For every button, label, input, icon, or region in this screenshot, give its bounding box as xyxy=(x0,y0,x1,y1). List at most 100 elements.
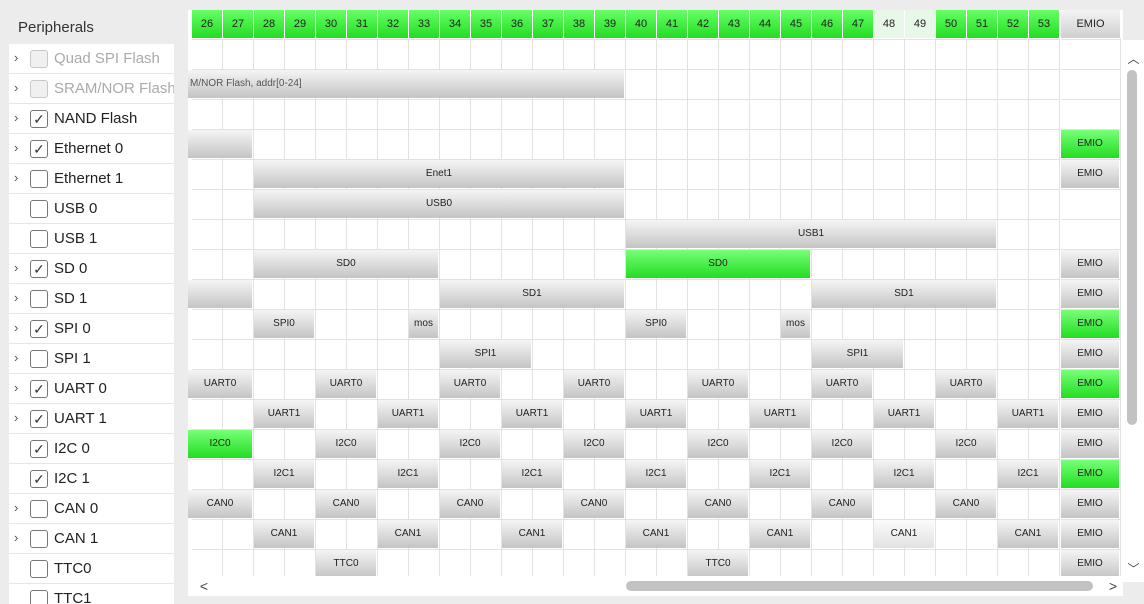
grid-cell[interactable] xyxy=(347,220,378,250)
grid-cell[interactable] xyxy=(533,370,564,400)
pin-assignment-block[interactable]: TTC0 xyxy=(316,550,377,578)
expand-chevron-icon[interactable]: › xyxy=(14,111,26,125)
grid-cell[interactable] xyxy=(409,490,440,520)
grid-cell[interactable] xyxy=(316,310,347,340)
grid-cell[interactable] xyxy=(502,310,533,340)
grid-cell[interactable] xyxy=(223,520,254,550)
expand-chevron-icon[interactable]: › xyxy=(14,141,26,155)
grid-cell[interactable] xyxy=(564,40,595,70)
pin-assignment-block[interactable]: SPI0 xyxy=(626,310,687,338)
grid-cell[interactable] xyxy=(905,250,936,280)
grid-cell[interactable] xyxy=(378,490,409,520)
grid-cell[interactable] xyxy=(564,520,595,550)
grid-cell[interactable] xyxy=(316,220,347,250)
grid-cell[interactable] xyxy=(192,520,223,550)
pin-assignment-block[interactable]: UART1 xyxy=(874,400,935,428)
grid-cell[interactable] xyxy=(781,280,812,310)
grid-cell[interactable] xyxy=(223,460,254,490)
grid-cell[interactable] xyxy=(657,490,688,520)
grid-cell[interactable] xyxy=(843,70,874,100)
grid-cell[interactable] xyxy=(812,160,843,190)
horizontal-scrollbar[interactable]: < > xyxy=(188,576,1123,596)
grid-cell[interactable] xyxy=(905,370,936,400)
peripheral-checkbox[interactable]: ✓ xyxy=(30,410,48,428)
peripheral-item-13[interactable]: ✓ I2C 0 xyxy=(9,434,174,464)
grid-cell[interactable] xyxy=(254,40,285,70)
grid-cell[interactable] xyxy=(316,130,347,160)
grid-cell[interactable] xyxy=(471,310,502,340)
grid-cell[interactable] xyxy=(936,100,967,130)
grid-cell[interactable] xyxy=(967,460,998,490)
expand-chevron-icon[interactable]: › xyxy=(14,351,26,365)
pin-assignment-block[interactable]: UART0 xyxy=(812,370,873,398)
grid-cell[interactable] xyxy=(719,280,750,310)
grid-cell[interactable] xyxy=(967,400,998,430)
grid-cell[interactable] xyxy=(378,220,409,250)
grid-cell[interactable] xyxy=(378,340,409,370)
grid-cell[interactable] xyxy=(781,490,812,520)
grid-cell[interactable] xyxy=(750,310,781,340)
pin-assignment-block[interactable]: I2C0 xyxy=(316,430,377,458)
grid-cell[interactable] xyxy=(657,340,688,370)
peripheral-item-11[interactable]: › ✓ UART 0 xyxy=(9,374,174,404)
grid-cell[interactable] xyxy=(719,520,750,550)
grid-cell[interactable] xyxy=(657,280,688,310)
grid-cell[interactable] xyxy=(564,220,595,250)
grid-cell[interactable] xyxy=(254,490,285,520)
peripheral-checkbox[interactable]: ✓ xyxy=(30,380,48,398)
grid-cell[interactable] xyxy=(1029,370,1060,400)
peripheral-checkbox[interactable] xyxy=(30,230,48,248)
pin-assignment-block[interactable]: USB0 xyxy=(254,190,625,218)
grid-cell[interactable] xyxy=(967,310,998,340)
grid-cell[interactable] xyxy=(285,280,316,310)
emio-block[interactable]: EMIO xyxy=(1061,460,1120,488)
grid-cell[interactable] xyxy=(316,400,347,430)
pin-assignment-block[interactable] xyxy=(188,280,253,308)
peripheral-item-17[interactable]: TTC0 xyxy=(9,554,174,584)
grid-cell[interactable] xyxy=(874,310,905,340)
grid-cell[interactable] xyxy=(936,130,967,160)
peripheral-item-8[interactable]: › SD 1 xyxy=(9,284,174,314)
emio-block[interactable]: EMIO xyxy=(1061,280,1120,308)
grid-cell[interactable] xyxy=(440,40,471,70)
grid-cell[interactable] xyxy=(750,130,781,160)
grid-cell[interactable] xyxy=(998,310,1029,340)
grid-cell[interactable] xyxy=(316,520,347,550)
grid-cell[interactable] xyxy=(223,250,254,280)
grid-cell[interactable] xyxy=(688,340,719,370)
grid-cell[interactable] xyxy=(905,490,936,520)
grid-cell[interactable] xyxy=(1029,70,1060,100)
pin-assignment-block[interactable]: CAN0 xyxy=(440,490,501,518)
pin-assignment-block[interactable]: UART1 xyxy=(378,400,439,428)
grid-cell[interactable] xyxy=(378,370,409,400)
grid-cell[interactable] xyxy=(1029,130,1060,160)
emio-block[interactable]: EMIO xyxy=(1061,310,1120,338)
grid-cell[interactable] xyxy=(967,190,998,220)
grid-cell[interactable] xyxy=(719,310,750,340)
scroll-down-icon[interactable]: ﹀ xyxy=(1123,560,1144,578)
grid-cell[interactable] xyxy=(347,310,378,340)
grid-cell[interactable] xyxy=(843,310,874,340)
grid-cell[interactable] xyxy=(440,100,471,130)
grid-cell[interactable] xyxy=(781,190,812,220)
grid-cell[interactable] xyxy=(843,100,874,130)
grid-cell[interactable] xyxy=(719,70,750,100)
grid-cell[interactable] xyxy=(223,190,254,220)
grid-cell[interactable] xyxy=(223,400,254,430)
grid-cell[interactable] xyxy=(843,400,874,430)
grid-cell[interactable] xyxy=(285,340,316,370)
grid-cell[interactable] xyxy=(750,100,781,130)
grid-cell[interactable] xyxy=(905,70,936,100)
grid-cell[interactable] xyxy=(998,370,1029,400)
pin-assignment-block[interactable]: I2C1 xyxy=(874,460,935,488)
grid-cell[interactable] xyxy=(502,40,533,70)
expand-chevron-icon[interactable]: › xyxy=(14,501,26,515)
grid-cell-emio[interactable] xyxy=(1061,40,1121,70)
emio-block[interactable]: EMIO xyxy=(1061,400,1120,428)
emio-block[interactable]: EMIO xyxy=(1061,550,1120,578)
pin-assignment-block[interactable]: SPI0 xyxy=(254,310,315,338)
grid-cell[interactable] xyxy=(533,100,564,130)
grid-cell[interactable] xyxy=(595,460,626,490)
peripheral-item-0[interactable]: › Quad SPI Flash xyxy=(9,44,174,74)
grid-cell[interactable] xyxy=(192,400,223,430)
